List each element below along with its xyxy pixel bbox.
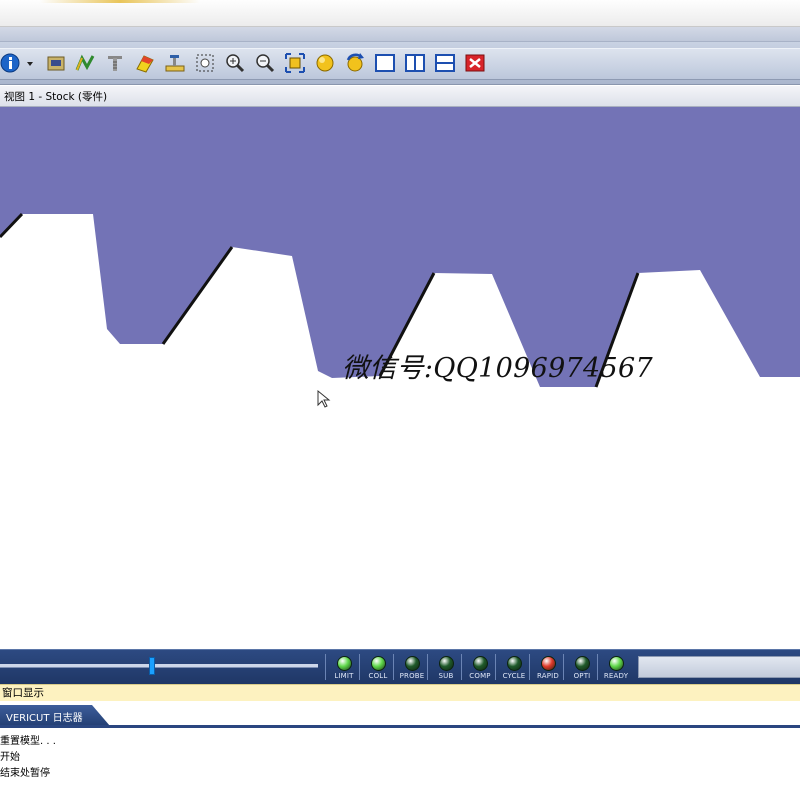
cut-icon[interactable] — [104, 52, 126, 74]
fit-icon[interactable] — [284, 52, 306, 74]
layout-split-horizontal-icon[interactable] — [434, 52, 456, 74]
led-label: PROBE — [399, 672, 425, 680]
zoom-box-icon[interactable] — [194, 52, 216, 74]
info-bar — [0, 684, 800, 702]
shade-icon[interactable] — [314, 52, 336, 74]
layout-single-icon[interactable] — [374, 52, 396, 74]
zoom-out-icon[interactable] — [254, 52, 276, 74]
led-separator — [597, 654, 598, 680]
view-header — [0, 86, 800, 107]
model-icon[interactable] — [45, 52, 67, 74]
led-label: COMP — [469, 672, 491, 680]
led-separator — [529, 654, 530, 680]
led-separator — [563, 654, 564, 680]
status-led-sub[interactable]: SUB — [429, 652, 463, 682]
led-separator — [325, 654, 326, 680]
led-separator — [495, 654, 496, 680]
log-line: 结束处暂停 — [0, 768, 50, 779]
toolpath-icon[interactable] — [74, 52, 96, 74]
title-bar — [0, 0, 800, 27]
machine-icon[interactable] — [164, 52, 186, 74]
led-light-icon — [336, 656, 352, 671]
view-title: 视图 1 - Stock (零件) — [4, 91, 108, 103]
led-label: OPTI — [573, 672, 591, 680]
progress-field — [638, 656, 800, 678]
log-tabbar — [0, 701, 800, 727]
led-light-icon — [574, 656, 590, 671]
led-label: RAPID — [536, 672, 560, 680]
status-led-rapid[interactable]: RAPID — [531, 652, 565, 682]
tab-vericut-logger-label: VERICUT 日志器 — [6, 713, 83, 724]
led-separator — [461, 654, 462, 680]
led-light-icon — [472, 656, 488, 671]
status-led-cycle[interactable]: CYCLE — [497, 652, 531, 682]
color-icon[interactable] — [134, 52, 156, 74]
led-separator — [393, 654, 394, 680]
status-led-coll[interactable]: COLL — [361, 652, 395, 682]
watermark-text: 微信号:QQ1096974567 — [342, 353, 653, 384]
led-label: READY — [603, 672, 629, 680]
led-light-icon — [404, 656, 420, 671]
info-text: 窗口显示 — [2, 687, 44, 699]
status-led-comp[interactable]: COMP — [463, 652, 497, 682]
led-light-icon — [506, 656, 522, 671]
status-led-opti[interactable]: OPTI — [565, 652, 599, 682]
reverse-icon[interactable] — [344, 52, 366, 74]
dropdown-arrow-icon[interactable] — [24, 52, 36, 74]
close-view-icon[interactable] — [464, 52, 486, 74]
led-label: CYCLE — [502, 672, 526, 680]
log-line: 重置模型. . . — [0, 736, 56, 747]
animation-slider-track[interactable] — [0, 664, 318, 668]
menu-bar — [0, 27, 800, 42]
status-led-limit[interactable]: LIMIT — [327, 652, 361, 682]
log-area: 重置模型. . . 开始 结束处暂停 — [0, 728, 800, 800]
led-separator — [359, 654, 360, 680]
layout-split-vertical-icon[interactable] — [404, 52, 426, 74]
zoom-in-icon[interactable] — [224, 52, 246, 74]
status-led-ready[interactable]: READY — [599, 652, 633, 682]
animation-slider-thumb[interactable] — [149, 657, 155, 675]
led-light-icon — [438, 656, 454, 671]
led-label: LIMIT — [334, 672, 354, 680]
led-light-icon — [540, 656, 556, 671]
led-label: COLL — [368, 672, 388, 680]
led-label: SUB — [438, 672, 454, 680]
info-icon[interactable] — [0, 52, 22, 74]
log-line: 开始 — [0, 752, 20, 763]
status-led-probe[interactable]: PROBE — [395, 652, 429, 682]
led-light-icon — [370, 656, 386, 671]
led-light-icon — [608, 656, 624, 671]
led-separator — [427, 654, 428, 680]
